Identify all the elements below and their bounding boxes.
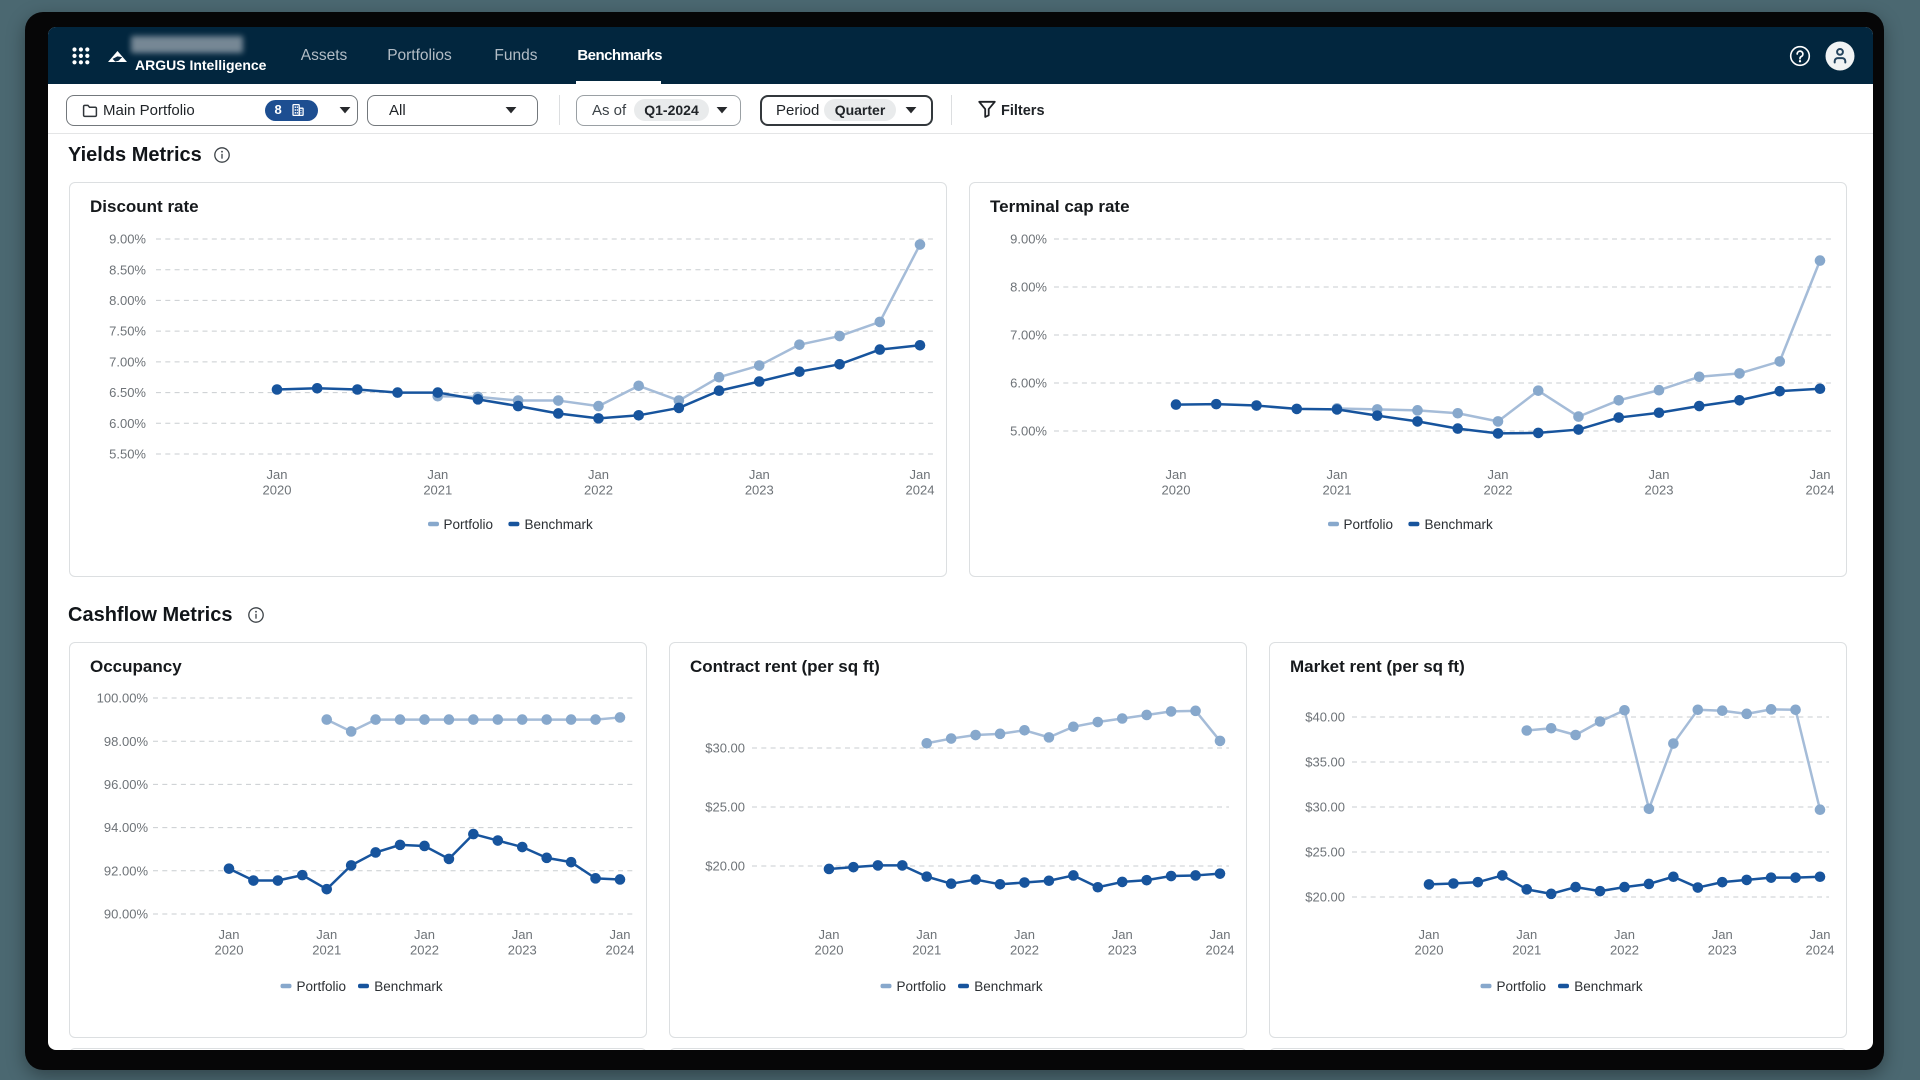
svg-text:Market rent (per sq ft): Market rent (per sq ft) — [1290, 657, 1465, 676]
svg-text:2020: 2020 — [815, 943, 844, 958]
svg-text:8.50%: 8.50% — [109, 262, 146, 277]
svg-text:Terminal cap rate: Terminal cap rate — [990, 197, 1130, 216]
svg-text:2022: 2022 — [584, 483, 613, 498]
svg-text:Jan: Jan — [610, 927, 631, 942]
svg-text:$30.00: $30.00 — [1305, 800, 1345, 815]
svg-text:Jan: Jan — [1712, 927, 1733, 942]
svg-text:96.00%: 96.00% — [104, 777, 149, 792]
svg-text:$40.00: $40.00 — [1305, 710, 1345, 725]
svg-text:Discount rate: Discount rate — [90, 197, 199, 216]
svg-text:Jan: Jan — [1210, 927, 1231, 942]
svg-text:2023: 2023 — [1708, 943, 1737, 958]
svg-text:8.00%: 8.00% — [109, 293, 146, 308]
svg-text:Jan: Jan — [1166, 467, 1187, 482]
svg-text:Portfolio: Portfolio — [1497, 979, 1547, 994]
svg-text:$25.00: $25.00 — [705, 800, 745, 815]
svg-text:Jan: Jan — [219, 927, 240, 942]
svg-text:Portfolio: Portfolio — [1344, 517, 1394, 532]
svg-text:6.50%: 6.50% — [109, 385, 146, 400]
svg-text:Jan: Jan — [1014, 927, 1035, 942]
svg-text:2021: 2021 — [312, 943, 341, 958]
svg-text:8.00%: 8.00% — [1010, 280, 1047, 295]
svg-text:2021: 2021 — [1323, 483, 1352, 498]
svg-text:2023: 2023 — [1645, 483, 1674, 498]
svg-text:Jan: Jan — [414, 927, 435, 942]
svg-text:2022: 2022 — [1484, 483, 1513, 498]
svg-text:Jan: Jan — [427, 467, 448, 482]
svg-text:2022: 2022 — [410, 943, 439, 958]
svg-text:2020: 2020 — [263, 483, 292, 498]
svg-text:2024: 2024 — [1806, 483, 1835, 498]
svg-text:2024: 2024 — [906, 483, 935, 498]
svg-text:2021: 2021 — [1512, 943, 1541, 958]
svg-text:2020: 2020 — [1415, 943, 1444, 958]
svg-text:2024: 2024 — [1806, 943, 1835, 958]
svg-text:Benchmark: Benchmark — [374, 979, 443, 994]
svg-text:Benchmark: Benchmark — [1574, 979, 1643, 994]
svg-text:Jan: Jan — [1327, 467, 1348, 482]
svg-text:2022: 2022 — [1010, 943, 1039, 958]
svg-text:9.00%: 9.00% — [109, 232, 146, 247]
svg-text:9.00%: 9.00% — [1010, 232, 1047, 247]
svg-text:7.00%: 7.00% — [109, 355, 146, 370]
svg-text:2020: 2020 — [1162, 483, 1191, 498]
svg-text:2024: 2024 — [606, 943, 635, 958]
svg-text:Jan: Jan — [819, 927, 840, 942]
svg-text:Jan: Jan — [267, 467, 288, 482]
svg-text:Jan: Jan — [916, 927, 937, 942]
svg-text:Jan: Jan — [588, 467, 609, 482]
svg-text:2021: 2021 — [912, 943, 941, 958]
svg-text:Portfolio: Portfolio — [897, 979, 947, 994]
svg-text:$20.00: $20.00 — [705, 859, 745, 874]
svg-text:Jan: Jan — [512, 927, 533, 942]
svg-text:$20.00: $20.00 — [1305, 890, 1345, 905]
svg-text:Occupancy: Occupancy — [90, 657, 182, 676]
svg-text:6.00%: 6.00% — [109, 416, 146, 431]
svg-text:$25.00: $25.00 — [1305, 845, 1345, 860]
svg-text:Jan: Jan — [1112, 927, 1133, 942]
svg-text:7.50%: 7.50% — [109, 324, 146, 339]
svg-text:Jan: Jan — [1419, 927, 1440, 942]
svg-text:5.00%: 5.00% — [1010, 424, 1047, 439]
svg-text:2022: 2022 — [1610, 943, 1639, 958]
svg-text:2023: 2023 — [745, 483, 774, 498]
svg-text:2021: 2021 — [423, 483, 452, 498]
svg-text:2020: 2020 — [215, 943, 244, 958]
svg-text:Portfolio: Portfolio — [297, 979, 347, 994]
svg-text:Jan: Jan — [1649, 467, 1670, 482]
svg-text:Benchmark: Benchmark — [525, 517, 594, 532]
svg-text:2023: 2023 — [508, 943, 537, 958]
svg-text:92.00%: 92.00% — [104, 863, 149, 878]
svg-text:Jan: Jan — [1614, 927, 1635, 942]
svg-text:2024: 2024 — [1206, 943, 1235, 958]
svg-text:100.00%: 100.00% — [97, 691, 149, 706]
svg-text:Benchmark: Benchmark — [1425, 517, 1494, 532]
svg-text:Jan: Jan — [1810, 927, 1831, 942]
svg-text:Jan: Jan — [1516, 927, 1537, 942]
svg-text:90.00%: 90.00% — [104, 907, 149, 922]
svg-text:7.00%: 7.00% — [1010, 328, 1047, 343]
svg-text:Jan: Jan — [316, 927, 337, 942]
svg-text:98.00%: 98.00% — [104, 734, 149, 749]
svg-text:Contract rent (per sq ft): Contract rent (per sq ft) — [690, 657, 880, 676]
svg-text:Portfolio: Portfolio — [444, 517, 494, 532]
svg-text:Jan: Jan — [1810, 467, 1831, 482]
svg-text:$35.00: $35.00 — [1305, 755, 1345, 770]
svg-text:Jan: Jan — [910, 467, 931, 482]
svg-text:$30.00: $30.00 — [705, 741, 745, 756]
svg-text:Benchmark: Benchmark — [974, 979, 1043, 994]
svg-text:Jan: Jan — [749, 467, 770, 482]
svg-text:5.50%: 5.50% — [109, 447, 146, 462]
svg-text:2023: 2023 — [1108, 943, 1137, 958]
svg-text:Jan: Jan — [1488, 467, 1509, 482]
svg-text:94.00%: 94.00% — [104, 820, 149, 835]
svg-text:6.00%: 6.00% — [1010, 376, 1047, 391]
